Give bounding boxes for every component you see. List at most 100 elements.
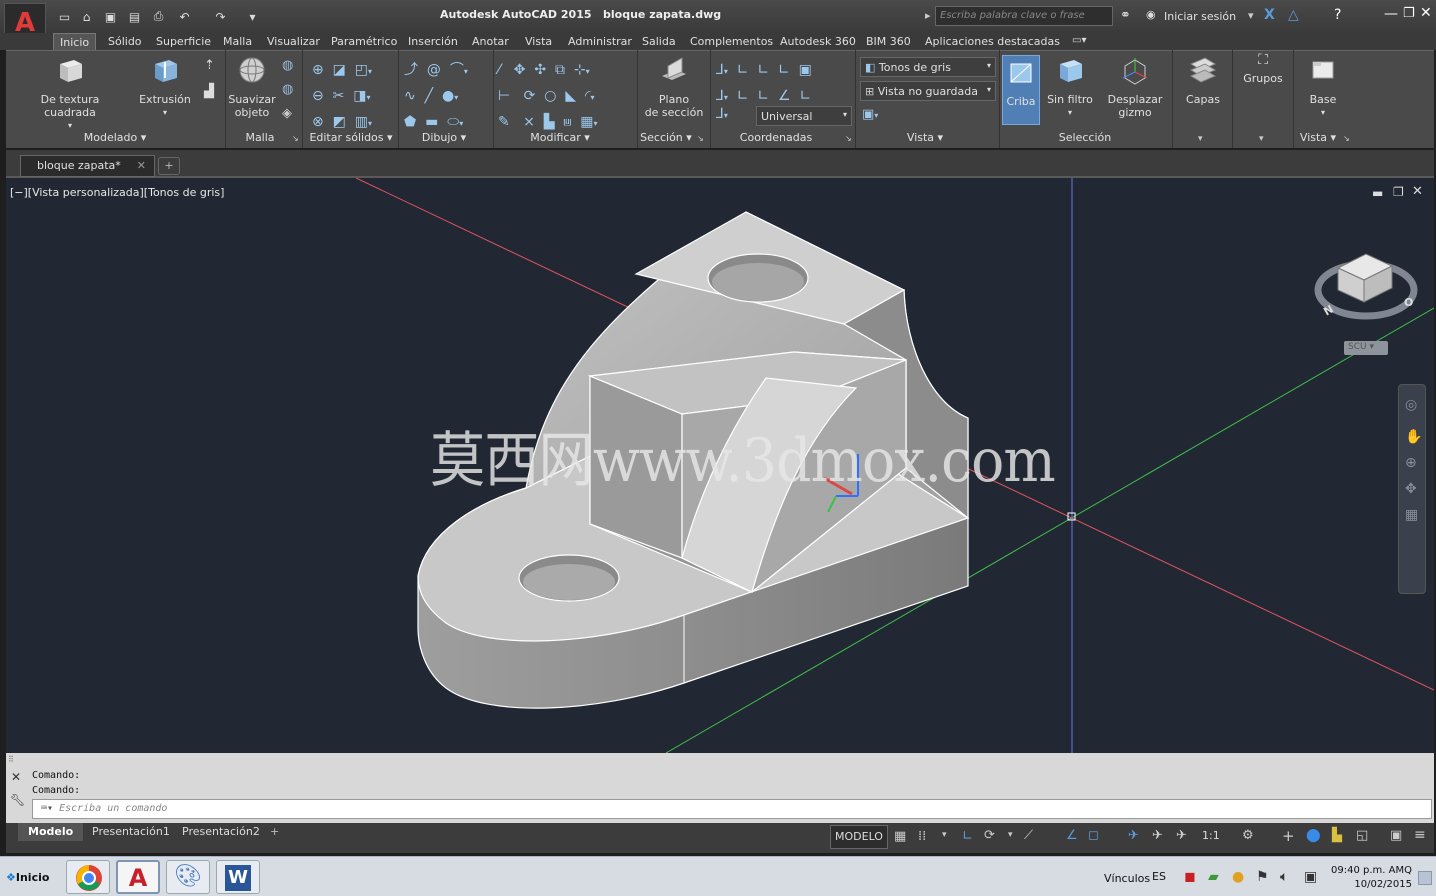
signin-link[interactable]: Iniciar sesión — [1164, 10, 1236, 23]
ucs-world-icon[interactable]: ∟ — [737, 62, 749, 78]
capas-button[interactable]: Capas — [1180, 54, 1226, 106]
viewport-minimize-icon[interactable]: ▬ — [1372, 186, 1383, 200]
ucs-origin-icon[interactable]: ⅃ — [716, 88, 724, 104]
ucs-y-icon[interactable]: ∟ — [778, 62, 790, 78]
grip-icon[interactable]: ⠿ — [8, 755, 26, 765]
flag-tray-icon[interactable]: ⚑ — [1256, 869, 1269, 885]
intersect-icon[interactable]: ⊗ — [312, 114, 324, 130]
chevron-down-icon[interactable]: ▾ — [367, 93, 371, 102]
qat-dropdown-icon[interactable]: ▾ — [244, 8, 261, 25]
ortho-icon[interactable]: ∟ — [962, 829, 973, 844]
rotate-icon[interactable]: ⟳ — [524, 88, 536, 104]
clock[interactable]: 09:40 p.m. AMQ 10/02/2015 — [1330, 864, 1412, 892]
chevron-down-icon[interactable]: ▾ — [464, 67, 468, 76]
save-as-icon[interactable]: ▤ — [126, 8, 143, 25]
tab-solido[interactable]: Sólido — [102, 33, 148, 50]
undo-icon[interactable]: ↶ — [176, 8, 193, 25]
zoom-extents-icon[interactable]: ⊕ — [1405, 455, 1425, 471]
ucs-select[interactable]: Universal ▾ — [756, 106, 852, 126]
circle-mod-icon[interactable]: ○ — [544, 88, 556, 104]
security-tray-icon[interactable]: ● — [1232, 869, 1244, 885]
viewport-controls-label[interactable]: [−][Vista personalizada][Tonos de gris] — [10, 186, 224, 199]
chevron-down-icon[interactable]: ▾ — [454, 93, 458, 102]
tab-modelo[interactable]: Modelo — [18, 823, 84, 841]
line-icon[interactable]: ╱ — [425, 88, 433, 104]
grupos-button[interactable]: ⛶ Grupos — [1240, 53, 1286, 85]
arc-icon[interactable]: ⌒ — [450, 62, 464, 78]
new-tab-icon[interactable]: + — [158, 157, 180, 175]
chrome-taskbar-button[interactable] — [66, 860, 110, 894]
panel-seccion-label[interactable]: Sección ▾ — [640, 131, 692, 147]
word-taskbar-button[interactable]: W — [216, 860, 260, 894]
orbit-icon[interactable]: ✥ — [1405, 481, 1425, 497]
thicken-icon[interactable]: ◩ — [333, 114, 346, 130]
viewport-close-icon[interactable]: ✕ — [1412, 184, 1423, 199]
save-icon[interactable]: ▣ — [102, 8, 119, 25]
tab-administrar[interactable]: Administrar — [562, 33, 638, 50]
polyline-icon[interactable]: ⤴ — [404, 62, 418, 78]
chevron-down-icon[interactable]: ▾ — [368, 67, 372, 76]
ucs-face-icon[interactable]: ∟ — [799, 88, 811, 104]
object-snap-icon[interactable]: ◻ — [1088, 828, 1099, 843]
panel-capas-expand-icon[interactable]: ▾ — [1198, 134, 1203, 144]
command-input[interactable]: ⌨▾ Escriba un comando — [32, 799, 1432, 819]
chevron-down-icon[interactable]: ▾ — [942, 830, 947, 840]
pan-icon[interactable]: ✋ — [1405, 429, 1425, 445]
showmotion-icon[interactable]: ▦ — [1405, 507, 1425, 523]
steering-wheel-icon[interactable]: ◎ — [1405, 397, 1425, 413]
print-icon[interactable]: ⎙ — [150, 8, 167, 25]
show-desktop-button[interactable] — [1418, 871, 1432, 885]
subtract-icon[interactable]: ⊖ — [312, 88, 324, 104]
tab-complementos[interactable]: Complementos — [684, 33, 779, 50]
network-icon[interactable]: ▣ — [1304, 869, 1317, 885]
close-tab-icon[interactable]: ✕ — [137, 159, 146, 172]
panel-launcher-icon[interactable]: ↘ — [1343, 134, 1350, 143]
spline-icon[interactable]: ∿ — [404, 88, 416, 104]
tab-anotar[interactable]: Anotar — [466, 33, 515, 50]
tab-visualizar[interactable]: Visualizar — [261, 33, 326, 50]
erase-icon[interactable]: ⨯ — [523, 114, 535, 130]
signin-dropdown-icon[interactable]: ▾ — [1248, 9, 1254, 22]
array-icon[interactable]: ⊹ — [574, 62, 586, 78]
add-layout-icon[interactable]: + — [270, 825, 279, 838]
fullscreen-icon[interactable]: ▣ — [1390, 828, 1402, 843]
binoculars-icon[interactable]: ⚭ — [1120, 8, 1131, 23]
panel-modificar-label[interactable]: Modificar ▾ — [524, 131, 596, 147]
fillet-edge-icon[interactable]: ⁄ — [498, 62, 500, 78]
chevron-down-icon[interactable]: ▾ — [368, 119, 372, 128]
grid-icon[interactable]: ▦ — [894, 829, 906, 844]
file-tab-bloque-zapata[interactable]: bloque zapata* ✕ — [20, 155, 155, 177]
tab-aplicaciones-destacadas[interactable]: Aplicaciones destacadas — [919, 33, 1066, 50]
union-icon[interactable]: ⊕ — [312, 62, 324, 78]
move-gizmo-icon[interactable]: ✥ — [514, 62, 526, 78]
de-textura-cuadrada-button[interactable]: De textura cuadrada ▾ — [14, 54, 126, 132]
panel-launcher-icon[interactable]: ↘ — [697, 134, 704, 143]
named-view-select[interactable]: ⊞ Vista no guardada ▾ — [860, 81, 996, 101]
suavizar-objeto-button[interactable]: Suavizar objeto — [228, 54, 276, 119]
panel-dibujo-label[interactable]: Dibujo ▾ — [414, 131, 474, 147]
spiral-icon[interactable]: @ — [427, 62, 441, 78]
tab-presentacion1[interactable]: Presentación1 — [82, 823, 180, 841]
panel-vista2-label[interactable]: Vista ▾ — [1296, 131, 1340, 147]
isolate-objects-icon[interactable]: ⬤ — [1306, 828, 1321, 843]
snap-icon[interactable]: ⁞⁞ — [918, 829, 926, 844]
mesh-refine-icon[interactable]: ◈ — [282, 106, 292, 121]
base-button[interactable]: Base ▾ — [1300, 54, 1346, 119]
volume-icon[interactable]: 🔈︎ — [1280, 869, 1288, 885]
chevron-down-icon[interactable]: ▾ — [459, 119, 463, 128]
clean-screen-icon[interactable]: ◱ — [1356, 828, 1368, 843]
offset-edges-icon[interactable]: ◨ — [353, 88, 366, 104]
exchange-icon[interactable]: X — [1264, 7, 1275, 23]
new-file-icon[interactable]: ▭ — [56, 8, 73, 25]
plano-de-seccion-button[interactable]: Plano de sección — [642, 54, 706, 119]
help-icon[interactable]: ? — [1334, 7, 1341, 23]
tab-presentacion2[interactable]: Presentación2 — [172, 823, 270, 841]
presspull-icon[interactable]: ⇡ — [204, 58, 215, 73]
panel-vista-label[interactable]: Vista ▾ — [900, 131, 950, 147]
autoscale-icon[interactable]: ✈ — [1152, 828, 1163, 843]
grid-array-icon[interactable]: ▦ — [580, 114, 593, 130]
customize-wrench-icon[interactable]: 🔧︎ — [10, 793, 25, 807]
add-icon[interactable]: + — [1282, 827, 1295, 845]
panel-launcher-icon[interactable]: ↘ — [845, 134, 852, 143]
tab-insercion[interactable]: Inserción — [402, 33, 464, 50]
